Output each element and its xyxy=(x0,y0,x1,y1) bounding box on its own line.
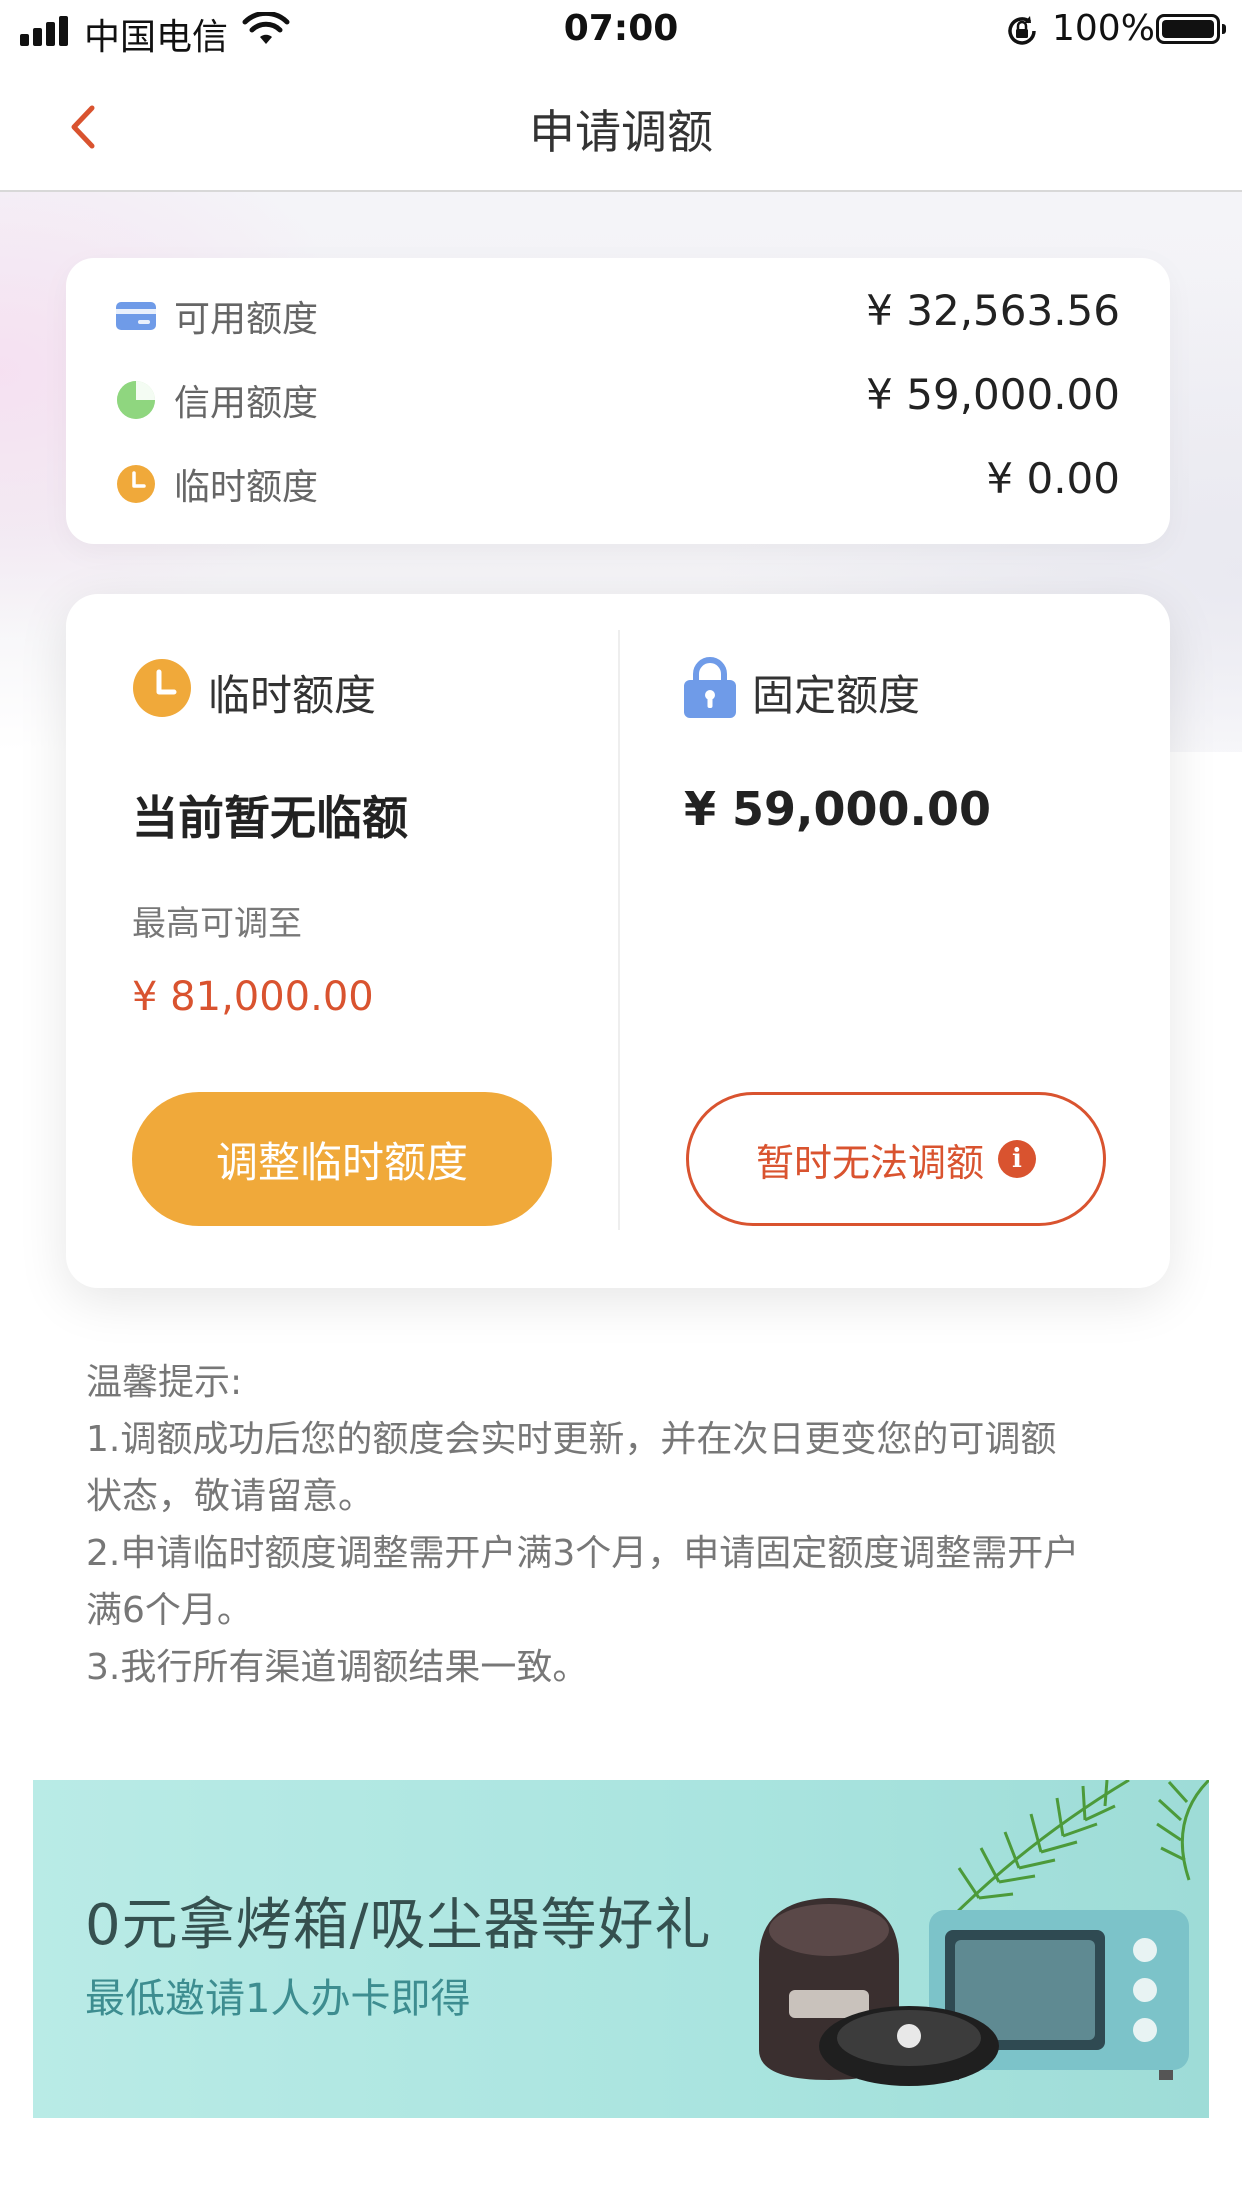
battery-icon xyxy=(1156,14,1226,44)
summary-row-temporary: 临时额度 ¥ 0.00 xyxy=(116,452,1120,512)
clock-icon xyxy=(133,659,191,717)
tips-line: 满6个月。 xyxy=(86,1590,253,1631)
nav-bar: 申请调额 xyxy=(0,62,1242,192)
palm-leaf-icon xyxy=(947,1780,1209,1922)
info-icon[interactable]: i xyxy=(998,1140,1036,1178)
summary-label: 信用额度 xyxy=(174,383,319,424)
appliances-illustration xyxy=(759,1780,1209,2086)
page-title: 申请调额 xyxy=(529,105,713,159)
tips-line: 1.调额成功后您的额度会实时更新，并在次日更变您的可调额 xyxy=(86,1419,1057,1460)
lock-icon xyxy=(684,657,736,718)
tips-heading: 温馨提示: xyxy=(86,1362,243,1403)
tips-line: 2.申请临时额度调整需开户满3个月，申请固定额度调整需开户 xyxy=(86,1533,1080,1574)
summary-value: ¥ 0.00 xyxy=(986,454,1120,503)
summary-row-available: 可用额度 ¥ 32,563.56 xyxy=(116,284,1120,344)
adjust-temp-limit-button[interactable]: 调整临时额度 xyxy=(132,1092,552,1226)
tips-line: 3.我行所有渠道调额结果一致。 xyxy=(86,1647,589,1688)
card-icon xyxy=(116,302,156,330)
clock-icon xyxy=(117,465,155,503)
fixed-limit-amount: ¥ 59,000.00 xyxy=(684,782,992,836)
temp-limit-status: 当前暂无临额 xyxy=(132,791,408,845)
limit-summary-card: 可用额度 ¥ 32,563.56 信用额度 ¥ 59,000.00 临时额度 ¥… xyxy=(66,258,1170,544)
fixed-button-label: 暂时无法调额 xyxy=(755,1140,984,1185)
summary-row-credit: 信用额度 ¥ 59,000.00 xyxy=(116,368,1120,428)
max-adjust-label: 最高可调至 xyxy=(132,904,302,944)
summary-value: ¥ 32,563.56 xyxy=(866,286,1120,335)
promo-title: 0元拿烤箱/吸尘器等好礼 xyxy=(85,1893,712,1958)
pie-icon xyxy=(117,381,155,419)
tips-line: 状态，敬请留意。 xyxy=(86,1476,375,1517)
status-bar: 中国电信 07:00 100% xyxy=(0,0,1242,62)
tips-section: 温馨提示: 1.调额成功后您的额度会实时更新，并在次日更变您的可调额 状态，敬请… xyxy=(86,1354,1166,1696)
rotation-lock-icon xyxy=(1008,16,1036,45)
adjust-limit-card: 临时额度 当前暂无临额 最高可调至 ¥ 81,000.00 调整临时额度 固定额… xyxy=(66,594,1170,1288)
summary-label: 临时额度 xyxy=(174,467,319,508)
promo-banner[interactable]: 0元拿烤箱/吸尘器等好礼 最低邀请1人办卡即得 xyxy=(33,1780,1209,2118)
fixed-limit-title: 固定额度 xyxy=(752,671,921,720)
column-divider xyxy=(618,630,620,1230)
battery-percent: 100% xyxy=(1052,8,1155,49)
summary-value: ¥ 59,000.00 xyxy=(866,370,1120,419)
electric-pan-icon xyxy=(819,2006,999,2086)
promo-subtitle: 最低邀请1人办卡即得 xyxy=(85,1976,471,2022)
temp-limit-title: 临时额度 xyxy=(208,671,377,720)
summary-label: 可用额度 xyxy=(174,299,319,340)
fixed-limit-unavailable-button[interactable]: 暂时无法调额 i xyxy=(686,1092,1106,1226)
max-adjust-value: ¥ 81,000.00 xyxy=(132,974,374,1020)
